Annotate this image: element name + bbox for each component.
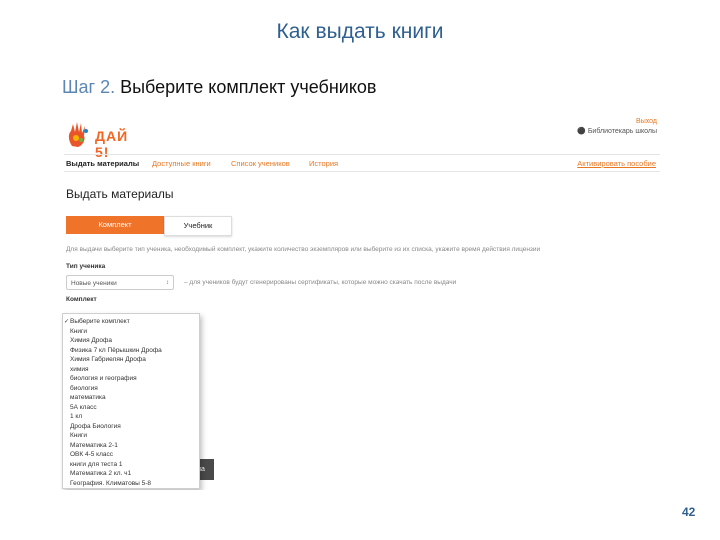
step-caption: Шаг 2. Выберите комплект учебников	[62, 77, 376, 98]
dropdown-option[interactable]: математика	[70, 394, 106, 401]
user-area: Выход ⚫ Библиотекарь школы	[577, 117, 657, 137]
dropdown-option[interactable]: ОВК 4-5 класс	[70, 451, 113, 458]
user-role: Библиотекарь школы	[587, 128, 657, 135]
dropdown-option[interactable]: Книги	[70, 328, 87, 335]
dropdown-option[interactable]: Выберите комплект	[64, 318, 130, 325]
tab-textbook[interactable]: Учебник	[164, 216, 232, 236]
dropdown-option[interactable]: Дрофа Биология	[70, 423, 121, 430]
student-type-label: Тип ученика	[66, 263, 106, 270]
set-dropdown-list[interactable]: Выберите комплект Книги Химия Дрофа Физи…	[62, 313, 200, 489]
student-type-select[interactable]: Новые ученики ↕	[66, 275, 174, 290]
logout-link[interactable]: Выход	[577, 117, 657, 127]
nav-student-list[interactable]: Список учеников	[231, 159, 290, 168]
dropdown-option[interactable]: Математика 2-1	[70, 442, 118, 449]
dropdown-option[interactable]: Книги	[70, 432, 87, 439]
main-nav: Выдать материалы Доступные книги Список …	[64, 154, 660, 172]
nav-issue-materials[interactable]: Выдать материалы	[66, 159, 139, 168]
page-number: 42	[682, 505, 696, 519]
dropdown-option[interactable]: биология и география	[70, 375, 137, 382]
dropdown-option[interactable]: Физика 7 кл Пёрышкин Дрофа	[70, 347, 162, 354]
user-icon: ⚫	[577, 128, 586, 135]
nav-history[interactable]: История	[309, 159, 338, 168]
dropdown-option[interactable]: Математика 2 кл. ч1	[70, 470, 131, 477]
dropdown-option[interactable]: книги для теста 1	[70, 461, 123, 468]
slide-title: Как выдать книги	[276, 20, 444, 43]
nav-activate-manual[interactable]: Активировать пособие	[577, 159, 656, 168]
dropdown-option[interactable]: биология	[70, 385, 98, 392]
instructions-text: Для выдачи выберите тип ученика, необход…	[66, 246, 541, 253]
tab-set[interactable]: Комплект	[66, 216, 164, 234]
dropdown-option[interactable]: 5А класс	[70, 404, 97, 411]
hand-logo-icon	[68, 122, 88, 147]
dropdown-option[interactable]: химия	[70, 366, 89, 373]
app-logo[interactable]: ДАЙ 5!	[64, 118, 144, 160]
chevron-updown-icon: ↕	[166, 280, 169, 286]
step-number: Шаг 2.	[62, 77, 116, 97]
dropdown-option[interactable]: 1 кл	[70, 413, 82, 420]
student-type-value: Новые ученики	[71, 280, 117, 287]
dropdown-option[interactable]: Химия Габриелян Дрофа	[70, 356, 146, 363]
page-heading: Выдать материалы	[66, 187, 174, 201]
dropdown-option[interactable]: Химия Дрофа	[70, 337, 112, 344]
step-text: Выберите комплект учебников	[120, 77, 377, 97]
set-label: Комплект	[66, 296, 97, 303]
app-screenshot: ДАЙ 5! Выход ⚫ Библиотекарь школы Выдать…	[60, 112, 675, 490]
student-type-note: – для учеников будут сгенерированы серти…	[184, 279, 457, 286]
user-name[interactable]: ⚫ Библиотекарь школы	[577, 127, 657, 137]
dropdown-option[interactable]: География. Климатовы 5-8	[70, 480, 151, 487]
nav-available-books[interactable]: Доступные книги	[152, 159, 211, 168]
